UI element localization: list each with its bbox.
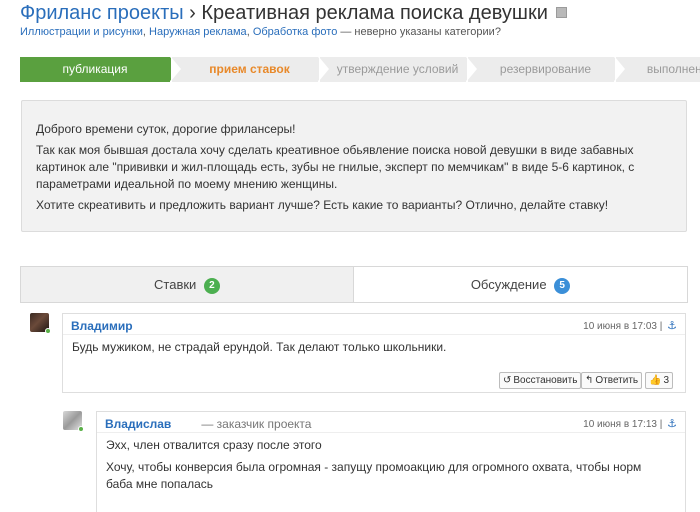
description-paragraph: Хотите скреативить и предложить вариант …	[36, 198, 609, 212]
comment-author[interactable]: Владислав	[105, 417, 171, 431]
tab-bids-label: Ставки	[154, 277, 197, 292]
anchor-icon[interactable]: ⚓	[667, 320, 677, 332]
step-label: утверждение условий	[336, 62, 459, 76]
comment-author[interactable]: Владимир	[71, 319, 133, 333]
comment-timestamp: 10 июня в 17:03 |	[583, 321, 663, 332]
comment-header: Владислав — заказчик проекта	[105, 417, 311, 431]
breadcrumb-separator: ›	[189, 2, 196, 24]
category-link[interactable]: Наружная реклама	[149, 26, 247, 38]
author-role: — заказчик проекта	[201, 417, 312, 431]
description-paragraph: Доброго времени суток, дорогие фрилансер…	[36, 122, 296, 136]
comment-text: Эхх, член отвалится сразу после этого	[106, 438, 322, 452]
step-execution: выполнение	[615, 57, 700, 82]
step-label: прием ставок	[209, 62, 290, 76]
lock-icon	[556, 7, 568, 18]
comment-text: Хочу, чтобы конверсия была огромная - за…	[106, 460, 642, 491]
step-reservation: резервирование	[467, 57, 624, 82]
bids-count-badge: 2	[203, 278, 220, 294]
restore-button[interactable]: ↺ Восстановить	[499, 372, 582, 389]
step-label: резервирование	[499, 62, 592, 76]
reply-icon: ↰	[585, 375, 594, 386]
category-link[interactable]: Обработка фото	[253, 26, 338, 38]
tab-discussion[interactable]: Обсуждение 5	[354, 267, 687, 302]
anchor-icon[interactable]: ⚓	[667, 418, 677, 430]
breadcrumb-freelance-projects[interactable]: Фриланс проекты	[20, 2, 184, 24]
page-title-row: Фриланс проекты › Креативная реклама пои…	[20, 2, 568, 25]
wrong-category-note[interactable]: — неверно указаны категории?	[340, 26, 501, 38]
project-progress-steps: публикация прием ставок утверждение усло…	[20, 57, 700, 82]
step-publication: публикация	[20, 57, 180, 82]
online-indicator	[45, 328, 51, 334]
thumbs-up-icon: 👍	[649, 375, 662, 386]
project-tabs: Ставки 2 Обсуждение 5	[20, 266, 688, 303]
tab-bids[interactable]: Ставки 2	[21, 267, 354, 302]
category-list: Иллюстрации и рисунки, Наружная реклама,…	[20, 26, 501, 38]
comment-text: Будь мужиком, не страдай ерундой. Так де…	[72, 340, 447, 354]
step-label: публикация	[62, 62, 128, 76]
comment-card: Владимир 10 июня в 17:03 | ⚓ Будь мужико…	[62, 313, 686, 393]
avatar[interactable]	[63, 411, 84, 432]
reply-label: Ответить	[595, 375, 639, 386]
like-button[interactable]: 👍 3	[645, 372, 674, 389]
project-description: Доброго времени суток, дорогие фрилансер…	[21, 100, 687, 232]
reply-button[interactable]: ↰ Ответить	[581, 372, 643, 389]
description-paragraph: Так как моя бывшая достала хочу сделать …	[36, 143, 635, 191]
comment-header: Владимир	[71, 319, 133, 333]
restore-label: Восстановить	[513, 375, 578, 386]
online-indicator	[78, 426, 84, 432]
like-count: 3	[663, 375, 670, 386]
page-title: Креативная реклама поиска девушки	[201, 2, 548, 24]
comment-card: Владислав — заказчик проекта 10 июня в 17…	[96, 411, 686, 512]
tab-discussion-label: Обсуждение	[470, 277, 547, 292]
comment-timestamp: 10 июня в 17:13 |	[583, 419, 663, 430]
comment-time: 10 июня в 17:13 | ⚓	[583, 417, 677, 430]
restore-icon: ↺	[503, 375, 512, 386]
avatar[interactable]	[30, 313, 51, 334]
step-bidding: прием ставок	[171, 57, 328, 82]
category-link[interactable]: Иллюстрации и рисунки	[20, 26, 143, 38]
step-label: выполнение	[646, 62, 700, 76]
comment-time: 10 июня в 17:03 | ⚓	[583, 319, 677, 332]
step-terms-approval: утверждение условий	[319, 57, 476, 82]
discussion-count-badge: 5	[554, 278, 571, 294]
